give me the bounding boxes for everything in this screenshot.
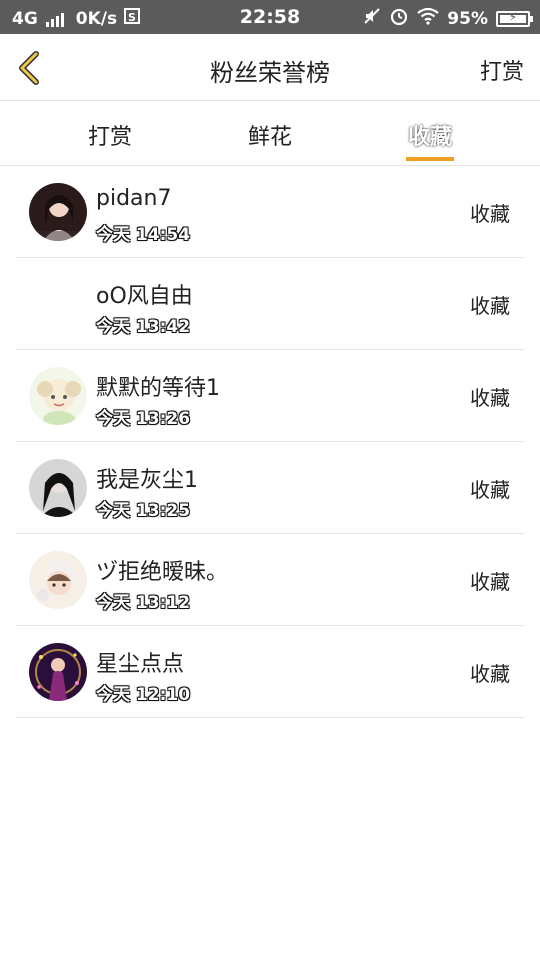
user-name: 星尘点点: [96, 652, 185, 677]
silent-icon: [363, 7, 381, 30]
favorite-label: 收藏: [470, 478, 510, 502]
status-bar: 4G 0K/s S 22:58 95% ⚡: [0, 0, 540, 34]
user-name: 默默的等待1: [96, 376, 220, 401]
user-name: 我是灰尘1: [96, 468, 198, 493]
tab-bar: 打赏 鲜花 收藏: [0, 101, 540, 166]
favorite-label: 收藏: [470, 662, 510, 686]
battery-percent: 95%: [447, 8, 488, 29]
favorite-label: 收藏: [470, 386, 510, 410]
timestamp: 今天 12:10: [96, 685, 191, 705]
list-item[interactable]: 星尘点点 今天 12:10 收藏: [15, 626, 525, 718]
favorite-label: 收藏: [470, 570, 510, 594]
page-title: 粉丝荣誉榜: [210, 59, 330, 87]
timestamp: 今天 13:12: [96, 593, 191, 613]
timestamp: 今天 13:25: [96, 501, 191, 521]
alarm-icon: [389, 6, 409, 31]
avatar: [29, 275, 87, 333]
favorite-label: 收藏: [470, 202, 510, 226]
timestamp: 今天 14:54: [96, 225, 191, 245]
user-name: pidan7: [96, 186, 172, 211]
user-name: ヅ拒绝暧昧。: [96, 560, 229, 585]
timestamp: 今天 13:26: [96, 409, 191, 429]
favorite-label: 收藏: [470, 294, 510, 318]
avatar: [29, 367, 87, 425]
title-bar: 粉丝荣誉榜 打赏: [0, 34, 540, 101]
avatar: [29, 183, 87, 241]
battery-icon: ⚡: [496, 10, 533, 27]
user-name: oO风自由: [96, 284, 193, 309]
avatar: [29, 459, 87, 517]
tab-reward[interactable]: 打赏: [50, 119, 170, 151]
tab-flowers[interactable]: 鲜花: [210, 119, 330, 151]
list-item[interactable]: 默默的等待1 今天 13:26 收藏: [15, 350, 525, 442]
wifi-icon: [417, 7, 439, 30]
fan-list: pidan7 今天 14:54 收藏 oO风自由 今天 13:42 收藏 默默的…: [15, 166, 525, 718]
avatar: [29, 643, 87, 701]
reward-button[interactable]: 打赏: [480, 54, 524, 86]
timestamp: 今天 13:42: [96, 317, 191, 337]
list-item[interactable]: pidan7 今天 14:54 收藏: [15, 166, 525, 258]
list-item[interactable]: ヅ拒绝暧昧。 今天 13:12 收藏: [15, 534, 525, 626]
active-tab-indicator: [406, 157, 454, 161]
tab-favorites[interactable]: 收藏: [370, 119, 490, 151]
list-item[interactable]: oO风自由 今天 13:42 收藏: [15, 258, 525, 350]
list-item[interactable]: 我是灰尘1 今天 13:25 收藏: [15, 442, 525, 534]
avatar: [29, 551, 87, 609]
